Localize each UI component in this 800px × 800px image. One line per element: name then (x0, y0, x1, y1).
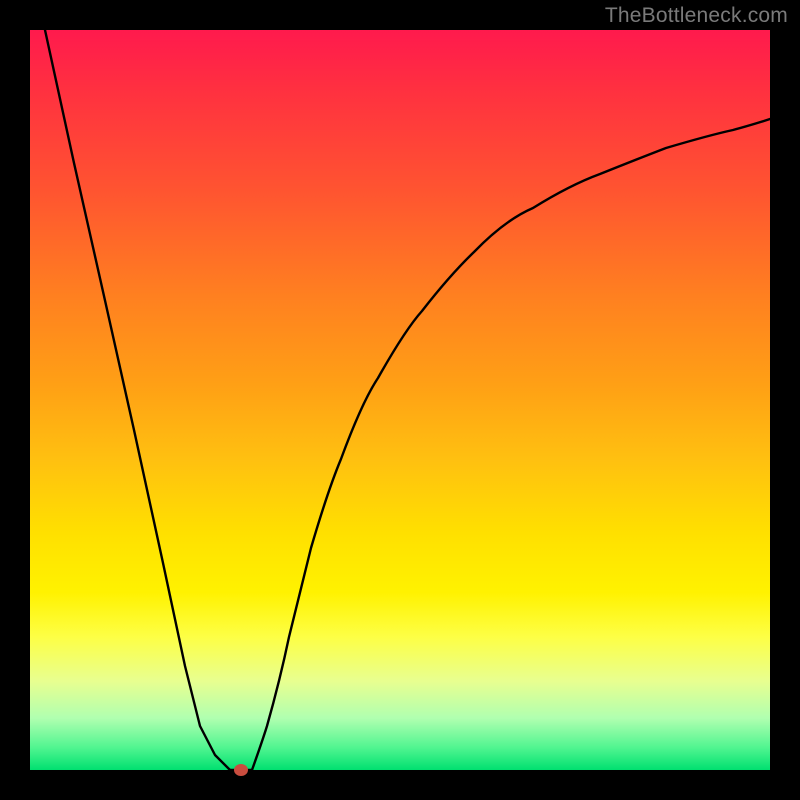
curve-svg (30, 30, 770, 770)
minimum-marker (234, 764, 248, 776)
curve-left-branch (45, 30, 230, 770)
chart-frame: TheBottleneck.com (0, 0, 800, 800)
plot-area (30, 30, 770, 770)
curve-right-branch (252, 119, 770, 770)
watermark-text: TheBottleneck.com (605, 4, 788, 28)
